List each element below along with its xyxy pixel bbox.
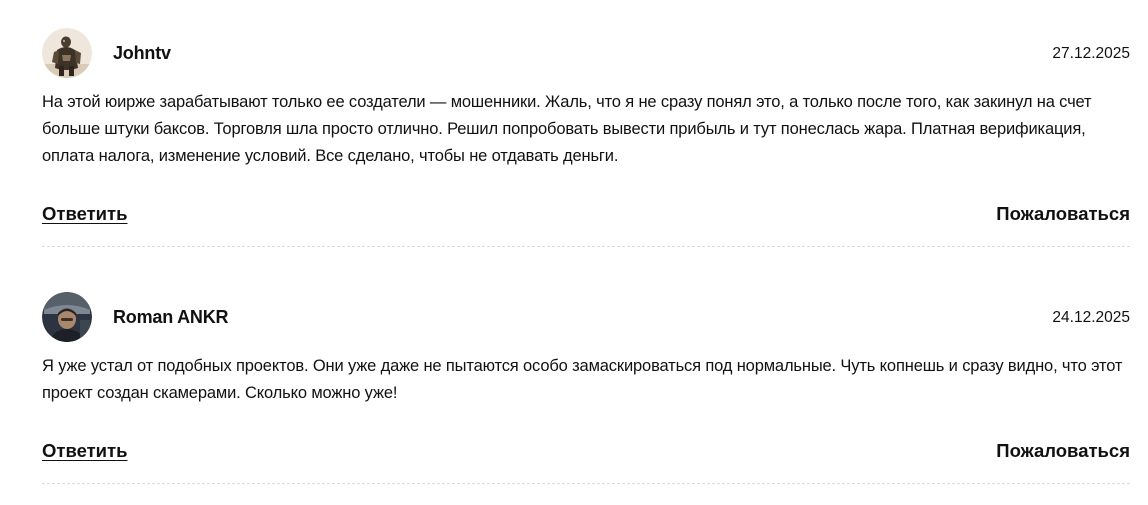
user-avatar-icon[interactable] [42, 292, 92, 342]
comment-author: Johntv [113, 43, 171, 63]
comment-divider [42, 483, 1130, 484]
comment-header: Johntv 27.12.2025 [42, 28, 1130, 78]
comment-actions: Ответить Пожаловаться [42, 203, 1130, 227]
comment-text: Я уже устал от подобных проектов. Они уж… [42, 357, 1123, 402]
comment-item: Johntv 27.12.2025 На этой юирже зарабаты… [42, 28, 1130, 247]
user-avatar-icon[interactable] [42, 28, 92, 78]
comment-actions: Ответить Пожаловаться [42, 440, 1130, 464]
comment-date: 24.12.2025 [1052, 309, 1130, 326]
reply-link[interactable]: Ответить [42, 440, 128, 462]
comment-divider [42, 246, 1130, 247]
comment-header: Roman ANKR 24.12.2025 [42, 292, 1130, 342]
reply-link[interactable]: Ответить [42, 203, 128, 225]
comment-author: Roman ANKR [113, 307, 229, 327]
comment-date: 27.12.2025 [1052, 45, 1130, 62]
report-link[interactable]: Пожаловаться [996, 203, 1130, 225]
comment-item: Roman ANKR 24.12.2025 Я уже устал от под… [42, 292, 1130, 484]
comments-list: Johntv 27.12.2025 На этой юирже зарабаты… [0, 0, 1148, 505]
comment-text: На этой юирже зарабатывают только ее соз… [42, 93, 1092, 165]
report-link[interactable]: Пожаловаться [996, 440, 1130, 462]
